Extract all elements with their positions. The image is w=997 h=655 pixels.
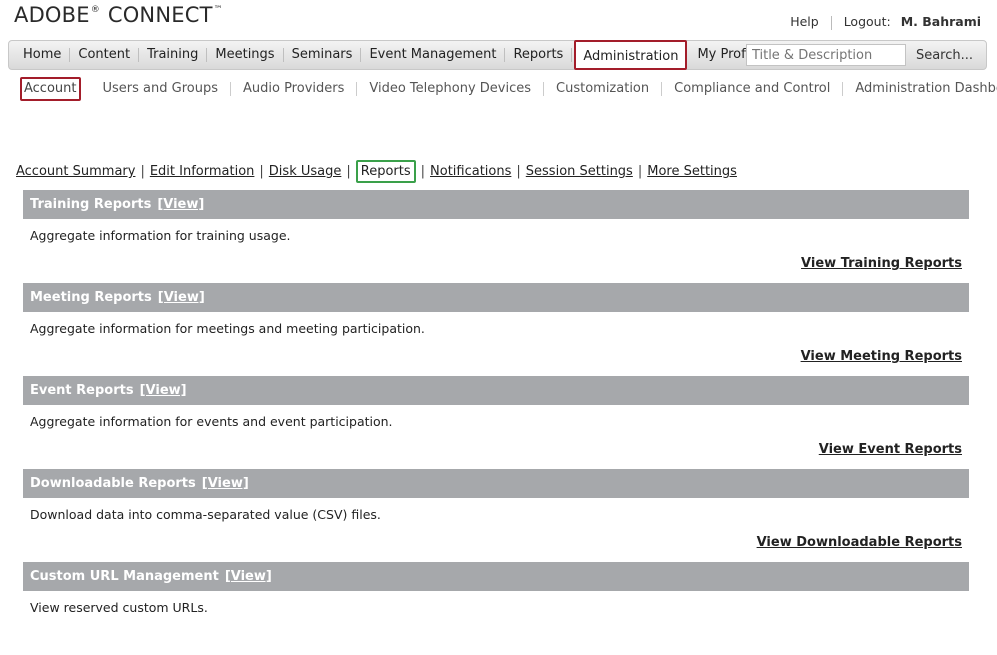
account-tabs: Account Summary | Edit Information | Disk Us… [16,160,737,183]
nav-item-seminars[interactable]: Seminars [284,48,362,62]
report-section-training-reports: Training Reports [View] Aggregate informat… [23,190,969,283]
search-button[interactable]: Search... [906,44,983,66]
section-header: Downloadable Reports [View] [23,469,969,498]
view-meeting-reports-link[interactable]: View Meeting Reports [801,349,962,364]
section-title: Downloadable Reports [30,476,196,491]
section-header: Custom URL Management [View] [23,562,969,591]
section-title: Custom URL Management [30,569,219,584]
view-training-reports-link[interactable]: View Training Reports [801,256,962,271]
logged-in-user: M. Bahrami [900,14,981,29]
nav-item-meetings[interactable]: Meetings [207,48,284,62]
section-title: Event Reports [30,383,134,398]
section-title: Meeting Reports [30,290,152,305]
subnav-item-account[interactable]: Account [20,77,81,101]
subnav-item-audio-providers[interactable]: Audio Providers [231,82,358,96]
section-footer: View Training Reports [23,252,969,271]
tab-separator: | [259,164,264,179]
report-section-meeting-reports: Meeting Reports [View] Aggregate informati… [23,283,969,376]
subnav-item-administration-dashboard[interactable]: Administration Dashboard [843,82,997,96]
logout-link[interactable]: Logout: [844,14,891,29]
subnav-item-customization[interactable]: Customization [544,82,663,96]
section-footer: View Downloadable Reports [23,531,969,550]
tab-notifications[interactable]: Notifications [430,164,511,179]
administration-subnav: Account Users and Groups Audio Providers Vi… [20,77,997,101]
logo-registered-mark: ® [90,5,100,15]
section-description: Aggregate information for meetings and m… [30,321,425,336]
view-downloadable-reports-link[interactable]: View Downloadable Reports [757,535,962,550]
nav-item-administration[interactable]: Administration [574,40,688,70]
report-section-downloadable-reports: Downloadable Reports [View] Download data … [23,469,969,562]
section-header: Training Reports [View] [23,190,969,219]
main-navigation: Home Content Training Meetings Seminars Event… [8,40,987,70]
help-link[interactable]: Help [790,14,819,29]
tab-more-settings[interactable]: More Settings [647,164,737,179]
view-event-reports-link[interactable]: View Event Reports [819,442,962,457]
tab-account-summary[interactable]: Account Summary [16,164,135,179]
divider [830,15,832,30]
report-section-custom-url-management: Custom URL Management [View] View reserved… [23,562,969,655]
section-view-link[interactable]: [View] [202,476,249,491]
section-header: Meeting Reports [View] [23,283,969,312]
search-input[interactable] [745,44,906,66]
tab-edit-information[interactable]: Edit Information [150,164,255,179]
section-view-link[interactable]: [View] [157,197,204,212]
top-links: Help Logout: M. Bahrami [790,14,981,30]
subnav-item-compliance-and-control[interactable]: Compliance and Control [662,82,844,96]
section-view-link[interactable]: [View] [225,569,272,584]
nav-item-content[interactable]: Content [70,48,140,62]
tab-separator: | [346,164,351,179]
main-nav-items: Home Content Training Meetings Seminars Event… [15,40,769,70]
tab-reports[interactable]: Reports [355,160,416,183]
tab-session-settings[interactable]: Session Settings [526,164,633,179]
subnav-item-video-telephony-devices[interactable]: Video Telephony Devices [357,82,545,96]
tab-separator: | [420,164,426,179]
report-sections: Training Reports [View] Aggregate informat… [23,190,969,655]
tab-separator: | [140,164,145,179]
nav-item-event-management[interactable]: Event Management [361,48,506,62]
report-section-event-reports: Event Reports [View] Aggregate information… [23,376,969,469]
section-description: Aggregate information for training usage… [30,228,291,243]
nav-item-training[interactable]: Training [139,48,208,62]
section-header: Event Reports [View] [23,376,969,405]
section-footer: View Event Reports [23,438,969,457]
nav-item-home[interactable]: Home [15,48,71,62]
tab-disk-usage[interactable]: Disk Usage [269,164,342,179]
nav-item-reports[interactable]: Reports [505,48,573,62]
section-description: Aggregate information for events and eve… [30,414,393,429]
section-footer: View Meeting Reports [23,345,969,364]
logo-product: CONNECT [107,3,213,27]
section-view-link[interactable]: [View] [140,383,187,398]
section-title: Training Reports [30,197,152,212]
section-view-link[interactable]: [View] [158,290,205,305]
adobe-connect-logo: ADOBE® CONNECT™ [14,3,224,27]
subnav-item-users-and-groups[interactable]: Users and Groups [91,82,231,96]
logo-trademark: ™ [213,5,223,15]
search-box: Search... [745,44,983,66]
section-description: Download data into comma-separated value… [30,507,381,522]
tab-separator: | [637,164,643,179]
tab-separator: | [516,164,521,179]
logo-brand: ADOBE [14,3,90,27]
section-description: View reserved custom URLs. [30,600,208,615]
